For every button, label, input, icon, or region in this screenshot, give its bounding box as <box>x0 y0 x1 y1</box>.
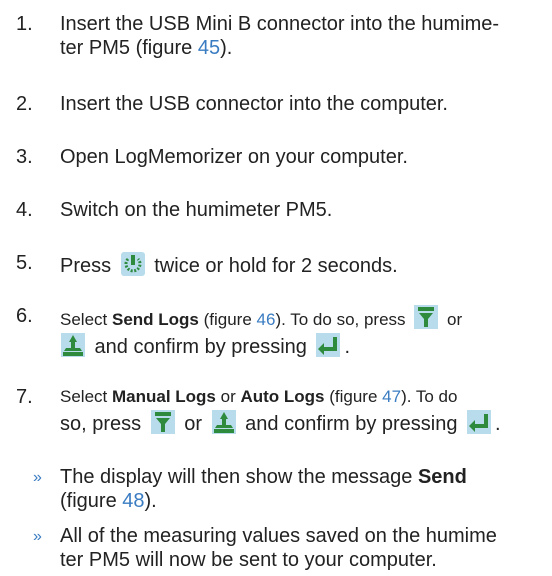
step-number: 4. <box>16 199 33 221</box>
step-number: 2. <box>16 93 33 115</box>
figure-link[interactable]: 45 <box>198 37 220 59</box>
bullet-text: The display will then show the message S… <box>60 466 467 512</box>
up-arrow-icon <box>60 332 86 358</box>
step-text: Press twice or hold for 2 seconds. <box>60 251 540 278</box>
step-number: 1. <box>16 13 33 35</box>
bullet-text: All of the measuring values saved on the… <box>60 525 497 571</box>
up-arrow-icon <box>211 409 237 435</box>
step-text: Open LogMemorizer on your computer. <box>60 146 408 168</box>
step-number: 6. <box>16 305 33 327</box>
figure-link[interactable]: 48 <box>122 490 144 512</box>
enter-icon <box>466 409 492 435</box>
step-number: 3. <box>16 146 33 168</box>
bullet-marker: » <box>33 528 42 545</box>
step-text: Select Send Logs (figure 46). To do so, … <box>60 304 540 360</box>
figure-link[interactable]: 47 <box>382 387 401 406</box>
enter-icon <box>315 332 341 358</box>
figure-link[interactable]: 46 <box>257 310 276 329</box>
power-button-icon <box>120 251 146 277</box>
step-text: Switch on the humimeter PM5. <box>60 199 333 221</box>
step-number: 7. <box>16 386 33 408</box>
step-number: 5. <box>16 252 33 274</box>
down-arrow-icon <box>150 409 176 435</box>
bullet-marker: » <box>33 469 42 486</box>
step-text: Select Manual Logs or Auto Logs (figure … <box>60 387 501 435</box>
down-arrow-icon <box>413 304 439 330</box>
step-text: Insert the USB connector into the comput… <box>60 93 448 115</box>
step-text: Insert the USB Mini B connector into the… <box>60 13 500 59</box>
